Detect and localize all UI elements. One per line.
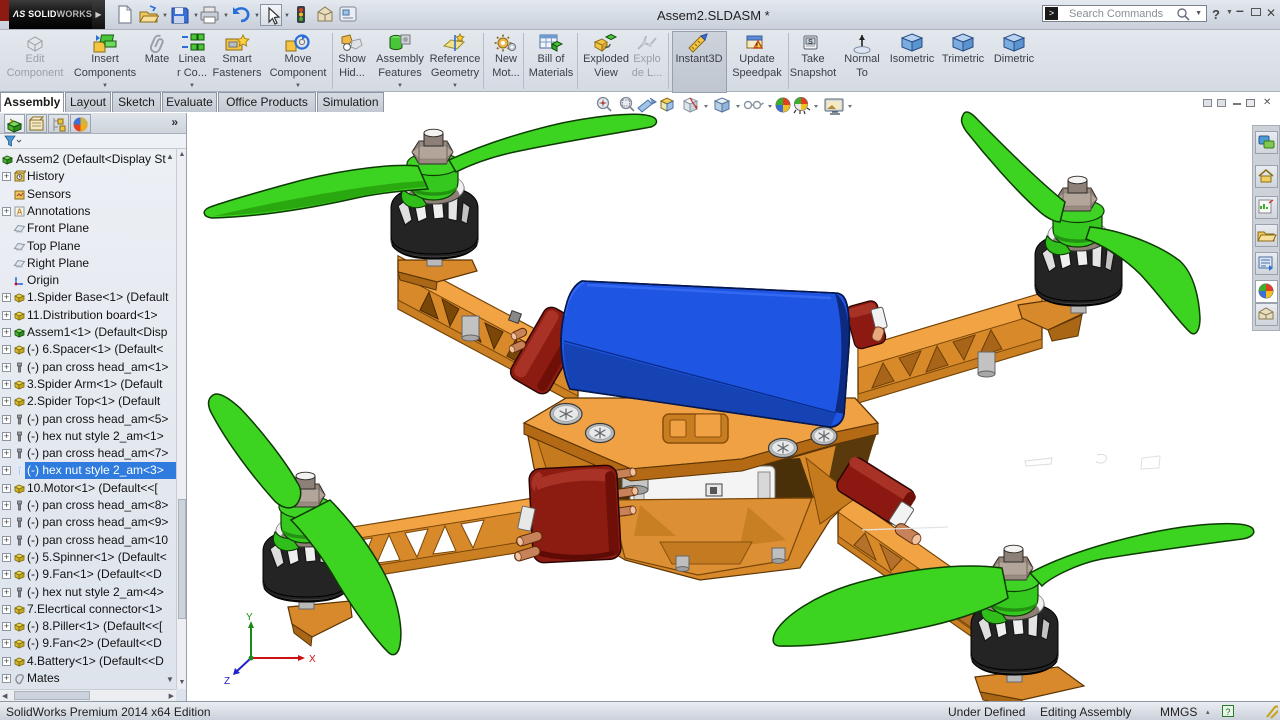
svg-text:S: S — [808, 39, 813, 46]
svg-text:!: ! — [756, 44, 758, 50]
svg-text:Y: Y — [246, 612, 253, 623]
svg-text:Z: Z — [224, 676, 230, 687]
svg-text:A: A — [17, 207, 23, 216]
svg-text:X: X — [309, 654, 316, 665]
